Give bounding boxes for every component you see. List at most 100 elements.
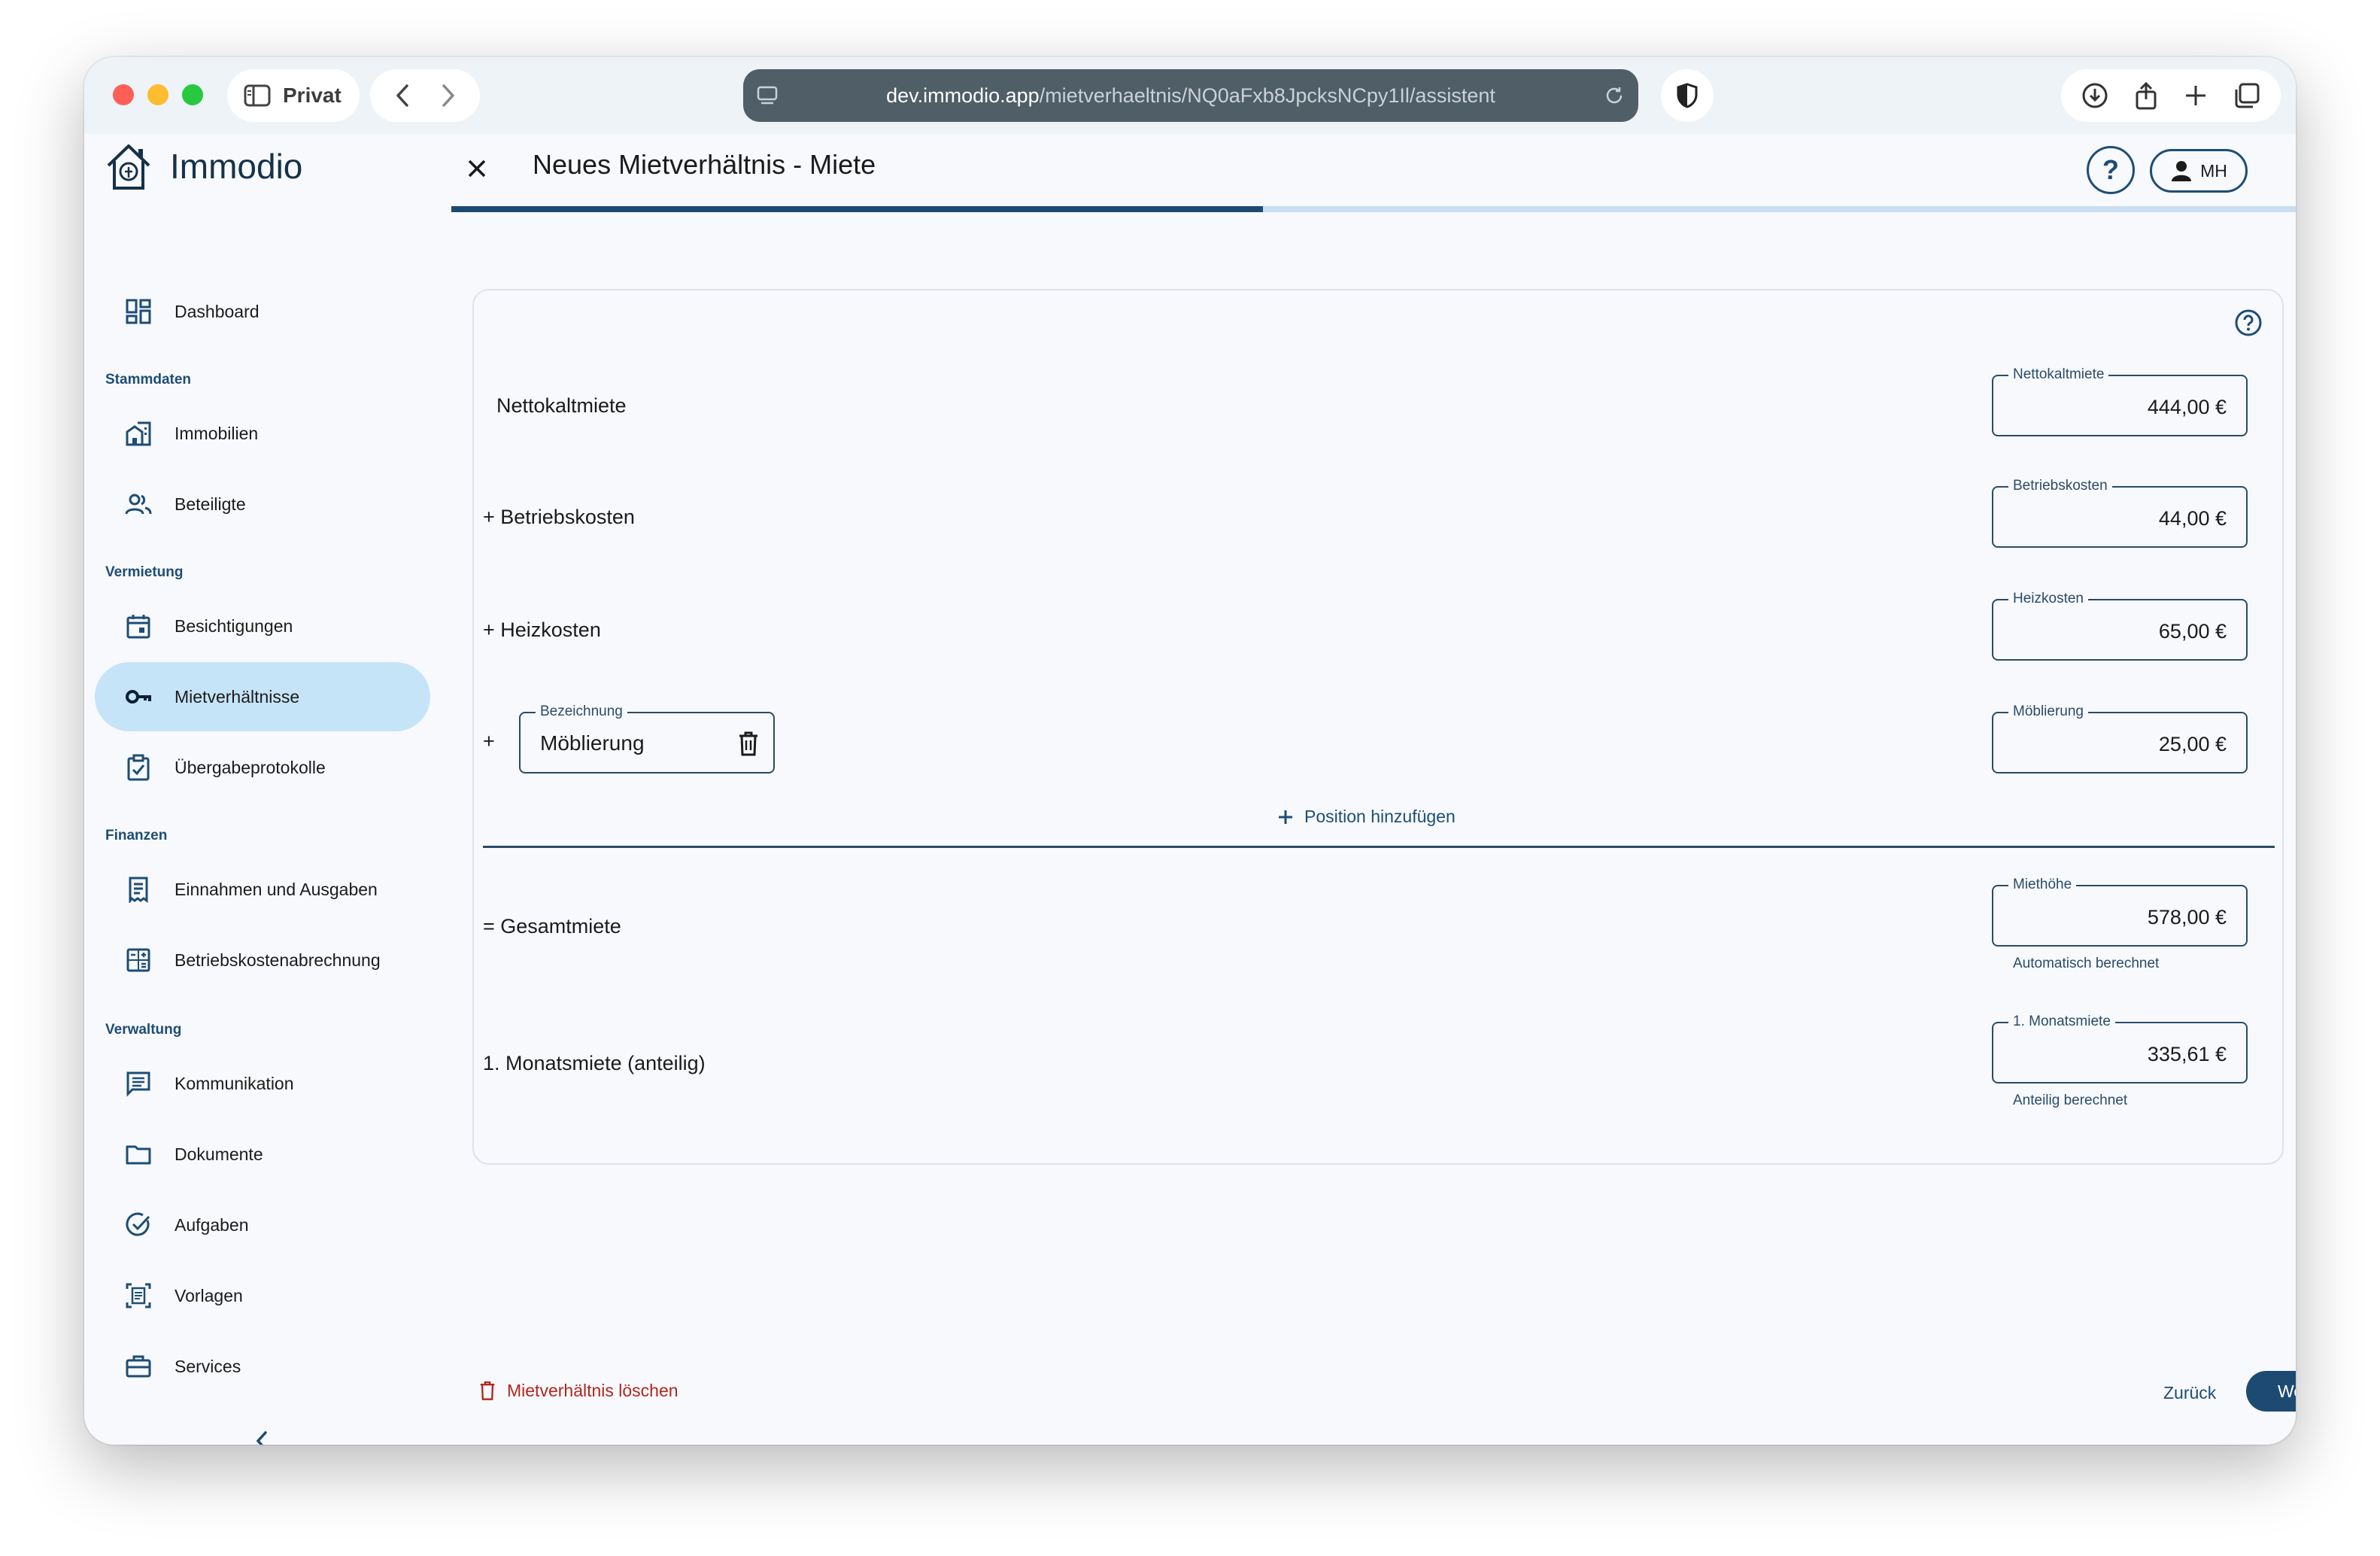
field-value: Möblierung [540, 731, 645, 755]
field-value: 335,61 € [2147, 1043, 2227, 1065]
rent-form-card: Nettokaltmiete Nettokaltmiete 444,00 € +… [472, 289, 2284, 1165]
key-icon [126, 690, 151, 704]
briefcase-icon [126, 1355, 151, 1378]
field-legend: Nettokaltmiete [2008, 365, 2109, 384]
position-name-field[interactable]: Bezeichnung Möblierung [519, 702, 775, 773]
download-icon[interactable] [2081, 82, 2108, 109]
user-initials: MH [2200, 160, 2227, 181]
sidebar-item-label: Dokumente [175, 1144, 263, 1164]
sidebar-item-immobilien[interactable]: Immobilien [95, 399, 430, 468]
sidebar-item-label: Mietverhältnisse [175, 686, 300, 707]
sidebar-item-betriebskostenabrechnung[interactable]: Betriebskostenabrechnung [95, 925, 430, 995]
url-host: dev.immodio.app [886, 84, 1040, 107]
help-circle-icon[interactable] [2234, 308, 2263, 337]
field-value: 444,00 € [2147, 396, 2227, 418]
browser-window: Privat dev.immodio.app/mietverhaeltnis/N… [84, 57, 2296, 1445]
section-label-verwaltung: Verwaltung [105, 1022, 182, 1038]
sidebar-item-uebergabeprotokolle[interactable]: Übergabeprotokolle [95, 733, 430, 802]
next-button[interactable]: Weiter [2246, 1371, 2296, 1412]
field-legend: Bezeichnung [536, 702, 627, 722]
wizard-progress [451, 206, 2296, 212]
new-tab-icon[interactable] [2184, 84, 2208, 108]
sidebar-item-dashboard[interactable]: Dashboard [95, 277, 430, 346]
buildings-icon [126, 421, 151, 446]
page-title: Neues Mietverhältnis - Miete [533, 149, 876, 180]
task-check-icon [126, 1212, 150, 1236]
sidebar-item-label: Immobilien [175, 423, 259, 443]
sidebar-item-label: Vorlagen [175, 1285, 243, 1305]
delete-position-icon[interactable] [737, 730, 760, 757]
sidebar-item-label: Betriebskostenabrechnung [175, 950, 381, 970]
sidebar-item-label: Services [175, 1356, 241, 1376]
receipt-icon [129, 877, 148, 903]
privacy-shield-button[interactable] [1661, 69, 1714, 122]
sidebar-item-mietverhaeltnisse[interactable]: Mietverhältnisse [95, 662, 430, 731]
label-gesamtmiete: = Gesamtmiete [483, 915, 621, 938]
field-legend: Möblierung [2008, 702, 2088, 722]
collapse-sidebar-icon[interactable] [254, 1430, 269, 1445]
close-window-button[interactable] [113, 84, 134, 105]
back-button[interactable]: Zurück [2163, 1383, 2216, 1403]
sidebar-item-label: Dashboard [175, 301, 260, 321]
folder-icon [126, 1145, 151, 1165]
tab-overview-icon[interactable] [2233, 82, 2260, 109]
chat-icon [126, 1071, 150, 1097]
field-value: 65,00 € [2158, 620, 2227, 643]
section-label-stammdaten: Stammdaten [105, 372, 192, 387]
field-value: 25,00 € [2158, 733, 2227, 755]
user-menu-button[interactable]: MH [2150, 149, 2248, 193]
delete-tenancy-label: Mietverhältnis löschen [507, 1380, 678, 1400]
field-legend: Heizkosten [2008, 589, 2088, 609]
minimize-window-button[interactable] [147, 84, 168, 105]
field-legend: Betriebskosten [2008, 476, 2112, 496]
add-position-button[interactable]: Position hinzufügen [1277, 807, 1456, 827]
app-name: Immodio [170, 147, 303, 186]
page-info-icon[interactable] [757, 86, 778, 105]
label-betriebskosten: + Betriebskosten [483, 506, 635, 528]
zoom-window-button[interactable] [182, 84, 203, 105]
sidebar-toggle-icon [244, 84, 271, 107]
profile-button[interactable]: Privat [227, 69, 360, 122]
wizard-progress-fill [451, 206, 1263, 212]
reload-icon[interactable] [1604, 85, 1625, 106]
sidebar-item-einnahmen[interactable]: Einnahmen und Ausgaben [95, 855, 430, 924]
monatsmiete-field: 1. Monatsmiete 335,61 € [1992, 1012, 2248, 1083]
share-icon[interactable] [2134, 81, 2158, 110]
app-logo[interactable]: Immodio [102, 140, 302, 193]
sidebar-item-aufgaben[interactable]: Aufgaben [95, 1190, 430, 1260]
section-label-vermietung: Vermietung [105, 564, 184, 580]
forward-arrow-icon[interactable] [439, 83, 457, 108]
dashboard-icon [126, 299, 151, 324]
template-icon [126, 1283, 151, 1308]
sidebar-item-besichtigungen[interactable]: Besichtigungen [95, 591, 430, 661]
moeblierung-field[interactable]: Möblierung 25,00 € [1992, 702, 2248, 773]
field-value: 44,00 € [2158, 507, 2227, 530]
sidebar-item-dokumente[interactable]: Dokumente [95, 1120, 430, 1189]
label-nettokaltmiete: Nettokaltmiete [496, 394, 627, 417]
sidebar-item-vorlagen[interactable]: Vorlagen [95, 1261, 430, 1330]
house-logo-icon [107, 144, 150, 190]
browser-actions [2061, 69, 2281, 122]
sidebar-item-beteiligte[interactable]: Beteiligte [95, 470, 430, 539]
back-arrow-icon[interactable] [393, 83, 411, 108]
heizkosten-field[interactable]: Heizkosten 65,00 € [1992, 589, 2248, 661]
close-icon[interactable] [463, 155, 490, 182]
sidebar-item-label: Kommunikation [175, 1073, 294, 1093]
sidebar-item-label: Übergabeprotokolle [175, 757, 326, 777]
clipboard-check-icon [127, 754, 150, 781]
sidebar-item-label: Einnahmen und Ausgaben [175, 879, 378, 899]
address-bar[interactable]: dev.immodio.app/mietverhaeltnis/NQ0aFxb8… [743, 69, 1638, 122]
help-button[interactable]: ? [2087, 146, 2135, 194]
browser-toolbar: Privat dev.immodio.app/mietverhaeltnis/N… [84, 57, 2296, 134]
sidebar-item-label: Aufgaben [175, 1214, 249, 1235]
section-label-finanzen: Finanzen [105, 828, 168, 843]
delete-tenancy-button[interactable]: Mietverhältnis löschen [478, 1380, 678, 1401]
calculator-icon [126, 948, 150, 972]
field-legend: Miethöhe [2008, 875, 2077, 895]
sidebar-item-kommunikation[interactable]: Kommunikation [95, 1049, 430, 1118]
nettokaltmiete-field[interactable]: Nettokaltmiete 444,00 € [1992, 365, 2248, 436]
history-nav [370, 69, 480, 122]
betriebskosten-field[interactable]: Betriebskosten 44,00 € [1992, 476, 2248, 548]
sidebar-item-services[interactable]: Services [95, 1332, 430, 1401]
shield-icon [1677, 83, 1698, 108]
